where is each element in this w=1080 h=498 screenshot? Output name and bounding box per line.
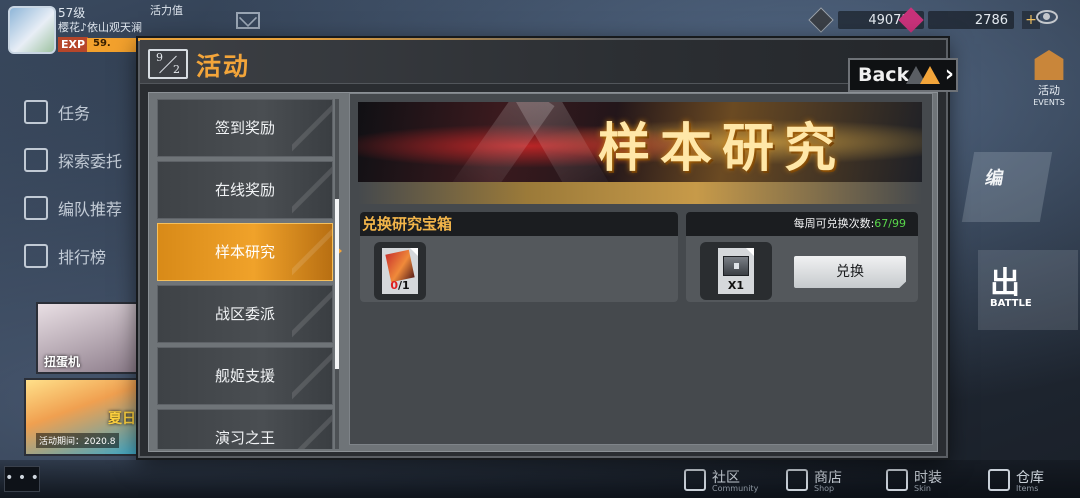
weekly-count: 67/99 (874, 217, 906, 230)
event-banner: 样本研究 (358, 102, 922, 182)
gem-amount: 2786 (928, 11, 1014, 29)
summer-date: 活动期间：2020.8 (36, 433, 119, 448)
chevron-right-icon: › (944, 62, 954, 87)
nav-skin[interactable]: 时装 Skin (886, 466, 942, 494)
side-item-explore[interactable]: 探索委托 (24, 136, 144, 184)
gacha-banner[interactable]: 扭蛋机 (36, 302, 140, 374)
side-item-label: 编队推荐 (58, 200, 123, 219)
side-item-tasks[interactable]: 任务 (24, 88, 144, 136)
sortie-label: 出 (990, 266, 1020, 301)
eye-icon[interactable] (1036, 10, 1058, 24)
weekly-label: 每周可兑换次数: (793, 217, 875, 230)
side-item-label: 探索委托 (58, 152, 123, 171)
weekly-limit: 每周可兑换次数:67/99 (686, 212, 918, 236)
side-item-label: 任务 (58, 104, 91, 123)
nav-en-label: Community (712, 484, 759, 493)
formation-label: 编 (983, 168, 1006, 189)
sortie-en-label: BATTLE (990, 298, 1032, 309)
dialog-title-bar: 9 2 活动 (140, 40, 946, 84)
corner-mark-icon (746, 248, 754, 256)
right-panel: 活动 EVENTS 编 出 BATTLE (958, 40, 1080, 460)
reward-item-slot[interactable]: X1 (700, 242, 772, 300)
exp-bar: 59. (87, 38, 137, 52)
side-menu: 任务 探索委托 编队推荐 排行榜 (24, 88, 144, 280)
nav-community[interactable]: 社区 Community (684, 466, 758, 494)
player-name: 樱花♪依山观天澜 (58, 21, 143, 34)
tab-scrollbar[interactable] (335, 99, 339, 449)
nav-shop[interactable]: 商店 Shop (786, 466, 842, 494)
formation-button[interactable]: 编 (961, 152, 1053, 222)
stamina-label: 活力值 (150, 4, 183, 17)
ranking-icon (24, 244, 48, 268)
exchange-panel-title: 兑换研究宝箱 (360, 212, 678, 236)
item-count: 0/1 (382, 279, 418, 292)
bottom-nav: • • • 社区 Community 商店 Shop 时装 Skin 仓库 Items (0, 460, 1080, 498)
community-icon (684, 469, 706, 491)
chat-button[interactable]: • • • (4, 466, 40, 492)
banner-strip (358, 182, 922, 204)
side-item-label: 排行榜 (58, 248, 107, 267)
currency-gems: 2786 + (898, 7, 1040, 33)
player-avatar[interactable] (8, 6, 56, 54)
activity-tab-list[interactable]: 签到奖励 在线奖励 样本研究 战区委派 舰姬支援 演习之王 (157, 99, 333, 449)
chest-icon (723, 256, 749, 276)
top-hud: 57级 樱花♪依山观天澜 EXP 59. 活力值 490720 2786 + (0, 0, 1080, 54)
activity-dialog: 9 2 活动 Back › 签到奖励 在线奖励 样本研究 战区委派 舰姬支援 演… (138, 38, 958, 458)
calendar-icon-top: 9 (156, 51, 163, 64)
formation-icon (24, 196, 48, 220)
corner-mark-icon (410, 248, 418, 256)
tab-ship-girl-support[interactable]: 舰姬支援 (157, 347, 333, 405)
scrollbar-thumb[interactable] (335, 199, 339, 369)
side-item-formation[interactable]: 编队推荐 (24, 184, 144, 232)
events-en-label: EVENTS (1033, 98, 1065, 107)
gem-icon (898, 7, 924, 33)
tab-war-zone-dispatch[interactable]: 战区委派 (157, 285, 333, 343)
calendar-icon-bottom: 2 (173, 63, 180, 76)
activity-content: 样本研究 兑换研究宝箱 0/1 每周可兑换次数:67/99 X1 兑换 (349, 93, 933, 445)
calendar-icon: 9 2 (148, 49, 188, 79)
item-need: /1 (397, 279, 410, 292)
skin-icon (886, 469, 908, 491)
banner-title: 样本研究 (598, 118, 847, 179)
tab-sign-in-reward[interactable]: 签到奖励 (157, 99, 333, 157)
gacha-label: 扭蛋机 (44, 355, 81, 369)
task-icon (24, 100, 48, 124)
summer-event-banner[interactable]: 夏日 活动期间：2020.8 (24, 378, 142, 456)
shop-icon (786, 469, 808, 491)
tab-online-reward[interactable]: 在线奖励 (157, 161, 333, 219)
exp-label: EXP (58, 37, 89, 52)
summer-title: 夏日 (108, 411, 136, 427)
dialog-title: 活动 (196, 52, 251, 81)
box-quantity: X1 (727, 279, 745, 292)
reward-panel: 每周可兑换次数:67/99 X1 兑换 (686, 212, 918, 302)
back-button[interactable]: Back › (848, 58, 958, 92)
exchange-panel: 兑换研究宝箱 0/1 (360, 212, 678, 302)
events-label: 活动 (1038, 84, 1060, 97)
coin-icon (808, 7, 834, 33)
research-sample-item[interactable]: 0/1 (382, 248, 418, 294)
mail-icon[interactable] (236, 12, 260, 29)
research-box-item[interactable]: X1 (718, 248, 754, 294)
required-item-slot[interactable]: 0/1 (374, 242, 426, 300)
exchange-button[interactable]: 兑换 (794, 256, 906, 288)
side-item-ranking[interactable]: 排行榜 (24, 232, 144, 280)
warehouse-icon (988, 469, 1010, 491)
events-icon (1034, 50, 1064, 80)
back-label: Back (858, 64, 910, 86)
nav-items[interactable]: 仓库 Items (988, 466, 1044, 494)
back-deco-icon (920, 66, 940, 84)
sortie-button[interactable]: 出 BATTLE (978, 250, 1078, 330)
tab-sample-research[interactable]: 样本研究 (157, 223, 333, 281)
item-have: 0 (390, 279, 398, 292)
explore-icon (24, 148, 48, 172)
tab-exercise-king[interactable]: 演习之王 (157, 409, 333, 449)
events-button[interactable]: 活动 EVENTS (1020, 50, 1078, 116)
dialog-body: 签到奖励 在线奖励 样本研究 战区委派 舰姬支援 演习之王 样本研究 兑换研究宝… (148, 92, 938, 452)
